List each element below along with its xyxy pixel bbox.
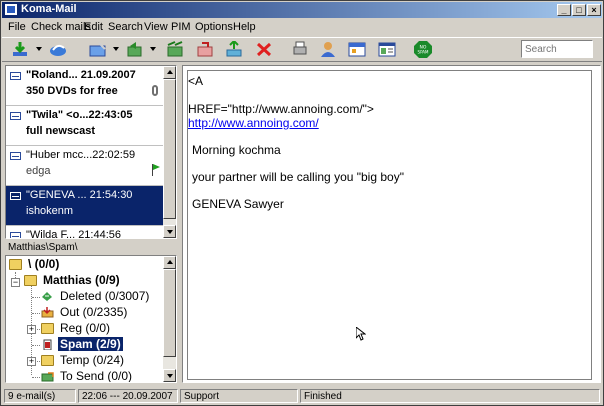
mouse-cursor-icon: [356, 327, 366, 341]
new-mail-icon[interactable]: [89, 41, 107, 58]
scroll-thumb[interactable]: [163, 269, 176, 357]
mail-item[interactable]: "Twila" <o...22:43:05 full newscast: [6, 106, 166, 146]
mail-sender-date: "Twila" <o...22:43:05: [26, 109, 133, 121]
mail-sender-date: "GENEVA ... 21:54:30: [26, 189, 133, 201]
menu-pim[interactable]: PIM: [171, 21, 191, 33]
envelope-icon: [10, 232, 21, 238]
mail-item[interactable]: "Wilda F... 21:44:56: [6, 226, 166, 239]
send-receive-icon[interactable]: [49, 41, 67, 58]
message-body[interactable]: <A HREF="http://www.annoing.com/"> http:…: [187, 70, 592, 380]
envelope-icon: [10, 72, 21, 80]
scroll-up-button[interactable]: [163, 66, 176, 79]
receive-mail-icon[interactable]: [11, 41, 29, 58]
folder-icon: [41, 323, 54, 334]
title-bar[interactable]: Koma-Mail _ □ ×: [2, 2, 602, 18]
menu-edit[interactable]: Edit: [84, 21, 103, 33]
reply-icon[interactable]: [126, 41, 144, 58]
forward-icon[interactable]: [196, 41, 214, 58]
tree-line: [37, 361, 40, 362]
menu-bar: File Check mails Edit Search View PIM Op…: [2, 19, 602, 36]
message-text: your partner will be calling you "big bo…: [192, 170, 404, 184]
mail-sender-date: "Roland... 21.09.2007: [26, 69, 136, 81]
status-mail-count: 9 e-mail(s): [4, 389, 76, 403]
print-icon[interactable]: [291, 41, 309, 58]
send-folder-icon: [41, 372, 54, 382]
expand-icon[interactable]: +: [27, 325, 36, 334]
app-window: Koma-Mail _ □ × File Check mails Edit Se…: [0, 0, 604, 406]
search-input[interactable]: [521, 40, 593, 58]
message-link[interactable]: http://www.annoing.com/: [188, 116, 319, 130]
mail-subject: 350 DVDs for free: [26, 85, 118, 97]
folder-path: Matthias\Spam\: [8, 242, 78, 253]
mail-sender-date: "Wilda F... 21:44:56: [26, 229, 122, 239]
mail-subject: full newscast: [26, 125, 96, 137]
mail-list-scrollbar[interactable]: [163, 66, 176, 238]
tree-line: [32, 297, 40, 298]
folder-tree: \ (0/0) − Matthias (0/9) Deleted (0/3007…: [5, 255, 177, 383]
status-support: Support: [180, 389, 298, 403]
receive-dropdown-icon[interactable]: [36, 47, 42, 51]
message-view[interactable]: <A HREF="http://www.annoing.com/"> http:…: [182, 65, 601, 383]
reply-dropdown-icon[interactable]: [150, 47, 156, 51]
mail-subject: ishokenm: [26, 205, 74, 217]
close-window-button[interactable]: ×: [587, 4, 601, 16]
message-href-line: HREF="http://www.annoing.com/">: [188, 102, 374, 116]
tree-scrollbar[interactable]: [163, 256, 176, 382]
mail-subject: edga: [26, 165, 51, 177]
window-title: Koma-Mail: [21, 3, 77, 15]
mail-item[interactable]: "Roland... 21.09.2007 350 DVDs for free: [6, 66, 166, 106]
menu-search[interactable]: Search: [108, 21, 143, 33]
menu-view[interactable]: View: [144, 21, 168, 33]
toolbar: NO SPAM: [2, 37, 602, 62]
recycle-icon: [42, 292, 52, 301]
envelope-icon: [10, 192, 21, 200]
mail-item-selected[interactable]: "GENEVA ... 21:54:30 ishokenm: [6, 186, 166, 226]
expand-icon[interactable]: +: [27, 357, 36, 366]
envelope-icon: [10, 112, 21, 120]
move-mail-icon[interactable]: [225, 41, 243, 58]
scroll-thumb[interactable]: [163, 79, 176, 219]
envelope-icon: [10, 152, 21, 160]
status-bar: 9 e-mail(s) 22:06 --- 20.09.2007 Support…: [2, 388, 602, 404]
notes-icon[interactable]: [378, 41, 396, 58]
new-mail-dropdown-icon[interactable]: [113, 47, 119, 51]
reply-all-icon[interactable]: [166, 41, 184, 58]
mail-sender-date: "Huber mcc...22:02:59: [26, 149, 136, 161]
maximize-button[interactable]: □: [572, 4, 586, 16]
message-greeting: Morning kochma: [192, 143, 281, 157]
account-folder-icon: [24, 275, 37, 286]
tree-line: [32, 377, 40, 378]
trash-can-icon: [43, 339, 52, 350]
outbox-icon: [41, 307, 54, 318]
scroll-down-button[interactable]: [163, 225, 176, 238]
status-timestamp: 22:06 --- 20.09.2007: [78, 389, 178, 403]
mail-item[interactable]: "Huber mcc...22:02:59 edga: [6, 146, 166, 186]
folder-open-icon: [9, 259, 22, 270]
no-spam-icon[interactable]: NO SPAM: [414, 41, 432, 58]
tree-line: [37, 329, 40, 330]
menu-help[interactable]: Help: [233, 21, 256, 33]
tree-line: [32, 313, 40, 314]
folder-icon: [41, 355, 54, 366]
collapse-icon[interactable]: −: [11, 278, 20, 287]
address-book-icon[interactable]: [319, 41, 337, 58]
app-icon: [5, 4, 17, 15]
scroll-up-button[interactable]: [163, 256, 176, 269]
menu-options[interactable]: Options: [195, 21, 233, 33]
menu-file[interactable]: File: [8, 21, 26, 33]
menu-check-mails[interactable]: Check mails: [31, 21, 91, 33]
svg-text:SPAM: SPAM: [418, 50, 429, 55]
message-signature: GENEVA Sawyer: [192, 197, 284, 211]
scroll-down-button[interactable]: [163, 369, 176, 382]
minimize-button[interactable]: _: [557, 4, 571, 16]
message-tag-line: <A: [188, 74, 204, 88]
paperclip-icon: [152, 85, 158, 96]
delete-icon[interactable]: [255, 41, 273, 58]
tree-line: [32, 345, 40, 346]
green-flag-icon[interactable]: [152, 164, 160, 176]
mail-list: "Roland... 21.09.2007 350 DVDs for free …: [5, 65, 177, 239]
status-state: Finished: [300, 389, 600, 403]
calendar-icon[interactable]: [348, 41, 366, 58]
